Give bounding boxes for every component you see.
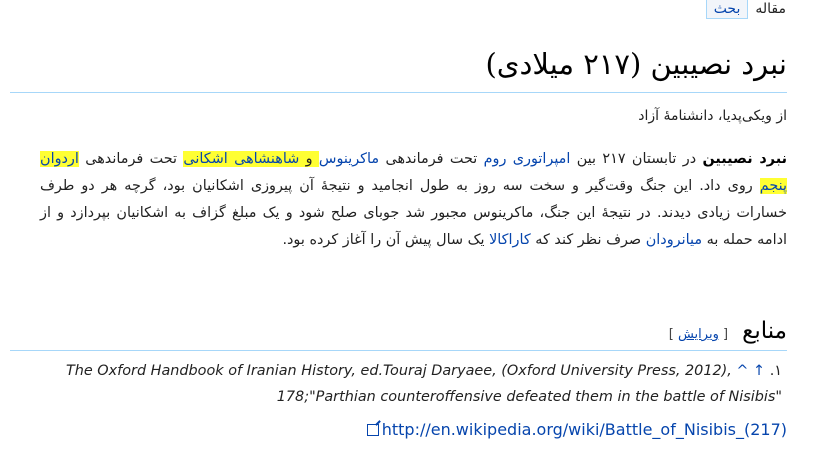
highlight-segment: و شاهنشاهی اشکانی <box>183 151 319 167</box>
page-title: نبرد نصیبین (۲۱۷ میلادی) <box>10 44 787 93</box>
reference-text: The Oxford Handbook of Iranian History, … <box>65 363 782 405</box>
caret-icon[interactable]: ^ <box>736 363 748 379</box>
page-tabs: مقاله بحث <box>705 0 793 22</box>
site-subtitle: از ویکی‌پدیا، دانشنامهٔ آزاد <box>638 108 787 124</box>
reference-number: ۱. <box>769 363 782 379</box>
text-segment: صرف نظر کند که <box>530 232 646 248</box>
edit-bracket-close: ] <box>668 327 674 342</box>
link-parthian-empire[interactable]: شاهنشاهی اشکانی <box>183 151 299 167</box>
tab-article[interactable]: مقاله <box>748 0 793 18</box>
link-caracalla[interactable]: کاراکالا <box>489 232 531 248</box>
references-section-header: منابع [ ویرایش ] <box>10 318 787 351</box>
reference-item: ۱. ↑ ^ The Oxford Handbook of Iranian Hi… <box>22 358 782 410</box>
external-link-icon <box>366 423 379 436</box>
edit-bracket-open: [ <box>723 327 729 342</box>
edit-section-link[interactable]: ویرایش <box>678 327 719 342</box>
tab-talk[interactable]: بحث <box>705 0 749 19</box>
text-segment: تحت فرماندهی <box>379 151 484 167</box>
external-link[interactable]: http://en.wikipedia.org/wiki/Battle_of_N… <box>366 420 787 439</box>
back-to-cite-arrow-icon[interactable]: ↑ <box>753 363 765 379</box>
text-segment: یک سال پیش آن را آغاز کرده بود. <box>282 232 490 248</box>
link-macrinus[interactable]: ماکرینوس <box>319 151 379 167</box>
link-mesopotamia[interactable]: میانرودان <box>646 232 702 248</box>
edit-section: [ ویرایش ] <box>669 327 728 342</box>
text-segment: تحت فرماندهی <box>78 151 184 167</box>
text-segment: در تابستان ۲۱۷ بین <box>570 151 703 167</box>
article-paragraph: نبرد نصیبین در تابستان ۲۱۷ بین امپراتوری… <box>40 146 787 254</box>
text-segment: و <box>299 151 319 167</box>
external-link-url[interactable]: http://en.wikipedia.org/wiki/Battle_of_N… <box>382 420 787 439</box>
bold-lead: نبرد نصیبین <box>702 151 787 167</box>
link-roman-empire[interactable]: امپراتوری روم <box>484 151 571 167</box>
references-heading: منابع <box>742 318 787 344</box>
